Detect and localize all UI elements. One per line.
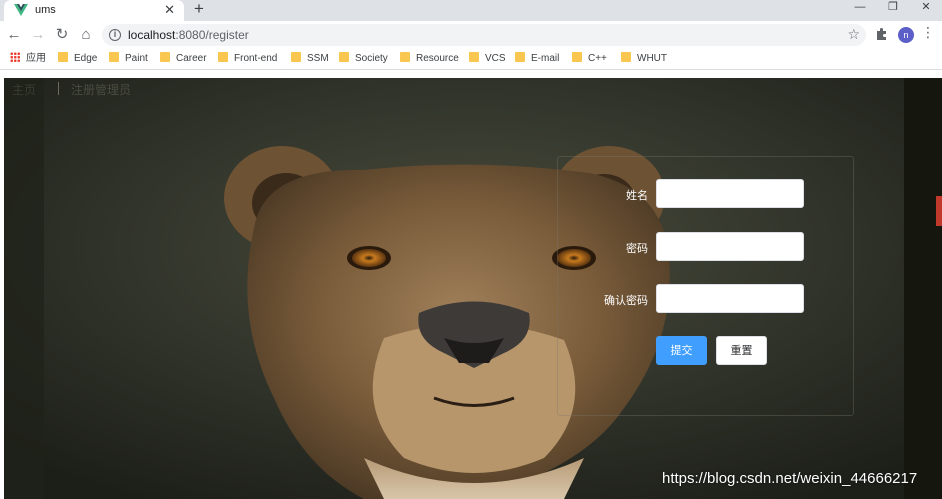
home-link[interactable]: 主页 [12, 81, 36, 98]
password-input[interactable] [656, 232, 804, 261]
bookmark-apps[interactable]: 应用 [10, 52, 46, 66]
bookmark-cpp[interactable]: C++ [572, 52, 607, 66]
vue-logo-icon [14, 4, 28, 16]
minimize-icon[interactable]: — [845, 0, 875, 16]
folder-icon [58, 52, 68, 62]
bookmark-email[interactable]: E-mail [515, 52, 559, 66]
page-header: 主页 注册管理员 [4, 78, 942, 100]
confirm-password-label: 确认密码 [604, 295, 648, 307]
bookmark-paint[interactable]: Paint [109, 52, 148, 66]
tab-title: ums [35, 4, 56, 16]
address-bar[interactable]: i localhost:8080/register ☆ [102, 24, 866, 46]
window-close-icon[interactable]: ✕ [911, 0, 941, 16]
home-icon[interactable]: ⌂ [76, 25, 96, 45]
confirm-password-input[interactable] [656, 284, 804, 313]
back-icon[interactable]: ← [4, 25, 24, 45]
profile-avatar[interactable]: n [898, 27, 914, 43]
folder-icon [515, 52, 525, 62]
new-tab-button[interactable]: + [190, 0, 208, 18]
bookmark-front-end[interactable]: Front-end [218, 52, 277, 66]
bookmark-society[interactable]: Society [339, 52, 388, 66]
folder-icon [400, 52, 410, 62]
register-form: 姓名 密码 确认密码 提交 重置 [557, 156, 854, 416]
folder-icon [339, 52, 349, 62]
close-tab-icon[interactable]: ✕ [164, 2, 175, 18]
scroll-edge-marker [936, 196, 942, 226]
folder-icon [291, 52, 301, 62]
extensions-puzzle-icon[interactable] [875, 27, 889, 41]
restore-icon[interactable]: ❐ [878, 0, 908, 16]
bookmark-star-icon[interactable]: ☆ [847, 26, 860, 43]
name-label: 姓名 [626, 190, 648, 202]
watermark-text: https://blog.csdn.net/weixin_44666217 [662, 470, 918, 487]
folder-icon [621, 52, 631, 62]
bookmark-career[interactable]: Career [160, 52, 207, 66]
forward-icon[interactable]: → [28, 25, 48, 45]
bookmark-resource[interactable]: Resource [400, 52, 459, 66]
header-divider [58, 82, 59, 95]
page-viewport: 主页 注册管理员 姓名 密码 确认密码 提交 重置 [4, 78, 942, 499]
folder-icon [218, 52, 228, 62]
folder-icon [572, 52, 582, 62]
bookmark-vcs[interactable]: VCS [469, 52, 506, 66]
kebab-menu-icon[interactable]: ⋮ [921, 24, 935, 41]
password-label: 密码 [626, 243, 648, 255]
browser-toolbar: ← → ↻ ⌂ i localhost:8080/register ☆ n ⋮ [0, 21, 942, 48]
folder-icon [469, 52, 479, 62]
bookmark-ssm[interactable]: SSM [291, 52, 329, 66]
url-text[interactable]: localhost:8080/register [128, 28, 249, 42]
submit-button[interactable]: 提交 [656, 336, 707, 365]
name-input[interactable] [656, 179, 804, 208]
site-info-icon[interactable]: i [109, 29, 121, 41]
folder-icon [160, 52, 170, 62]
bookmark-whut[interactable]: WHUT [621, 52, 667, 66]
reset-button[interactable]: 重置 [716, 336, 767, 365]
apps-grid-icon [10, 52, 20, 62]
tab-ums[interactable]: ums ✕ [4, 0, 184, 21]
bookmarks-bar: 应用 Edge Paint Career Front-end SSM Socie… [0, 48, 942, 70]
tab-strip: ums ✕ + — ❐ ✕ [0, 0, 942, 21]
bookmark-edge[interactable]: Edge [58, 52, 97, 66]
folder-icon [109, 52, 119, 62]
page-title: 注册管理员 [71, 83, 132, 97]
reload-icon[interactable]: ↻ [52, 25, 72, 45]
